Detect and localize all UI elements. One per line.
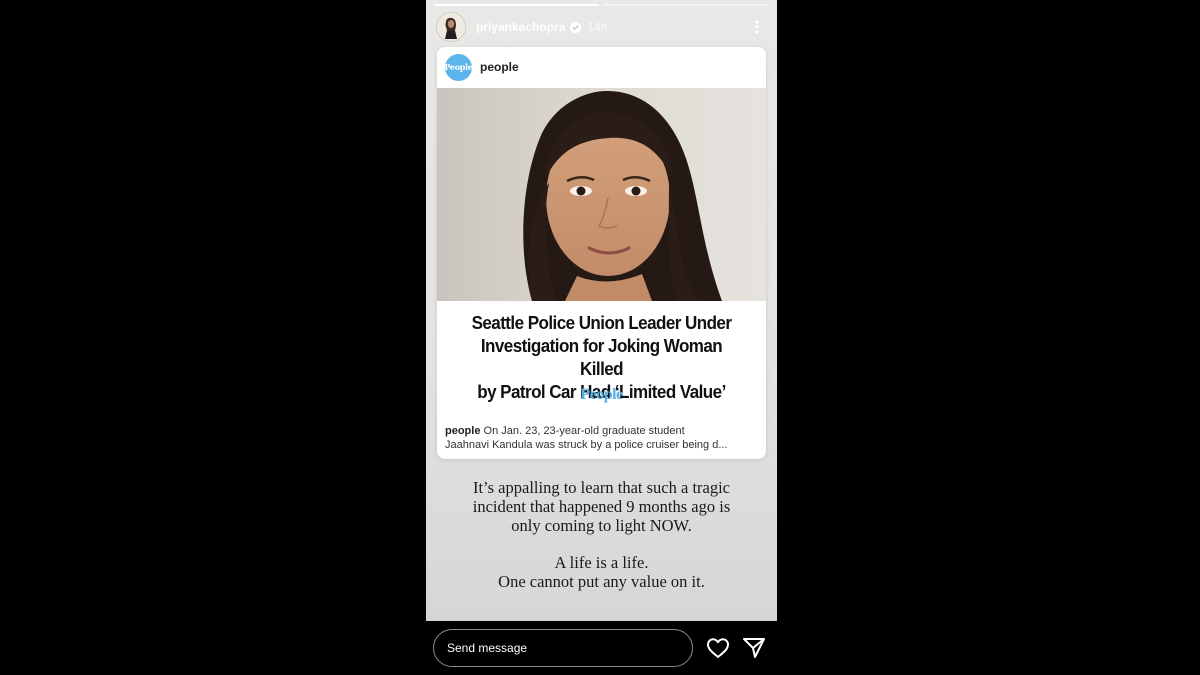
caption-line-1: people On Jan. 23, 23-year-old graduate … bbox=[445, 424, 758, 438]
avatar-image bbox=[437, 13, 465, 41]
headline-line-2: Investigation for Joking Woman Killed bbox=[480, 335, 723, 379]
post-caption[interactable]: people On Jan. 23, 23-year-old graduate … bbox=[445, 424, 758, 452]
caption-username: people bbox=[445, 425, 481, 437]
story-text-line-2: incident that happened 9 months ago is bbox=[472, 497, 731, 516]
progress-segment-1-fill bbox=[434, 4, 599, 6]
people-brand-logo: People bbox=[580, 386, 623, 403]
story-reply-bar: Send message bbox=[0, 621, 1200, 675]
story-username[interactable]: priyankachopra bbox=[476, 20, 565, 34]
verified-badge-icon bbox=[570, 21, 582, 33]
story-text-paragraph-1: It’s appalling to learn that such a trag… bbox=[426, 478, 777, 535]
progress-segment-2 bbox=[603, 4, 769, 6]
heart-icon[interactable] bbox=[706, 637, 730, 659]
caption-text-1: On Jan. 23, 23-year-old graduate student bbox=[483, 425, 685, 437]
headline-line-1: Seattle Police Union Leader Under bbox=[471, 312, 732, 333]
story-timestamp: 14h bbox=[587, 20, 608, 34]
story-text-line-4: A life is a life. bbox=[554, 553, 649, 572]
story-header: priyankachopra 14h bbox=[436, 12, 767, 42]
post-photo bbox=[437, 88, 766, 301]
shared-post-header: People people bbox=[437, 47, 766, 87]
caption-text-2: Jaahnavi Kandula was struck by a police … bbox=[445, 439, 728, 451]
shared-post-account[interactable]: people bbox=[480, 60, 519, 74]
more-options-icon[interactable] bbox=[747, 17, 767, 37]
send-message-input[interactable]: Send message bbox=[433, 629, 693, 667]
story-text-line-3: only coming to light NOW. bbox=[511, 516, 692, 535]
story-text-paragraph-2: A life is a life. One cannot put any val… bbox=[426, 553, 777, 591]
story-text-line-1: It’s appalling to learn that such a trag… bbox=[472, 478, 731, 497]
send-message-placeholder: Send message bbox=[447, 641, 528, 655]
avatar[interactable] bbox=[436, 12, 466, 42]
story-text-line-5: One cannot put any value on it. bbox=[498, 572, 705, 591]
people-logo-avatar[interactable]: People bbox=[444, 53, 473, 81]
story-viewer[interactable]: priyankachopra 14h People people Seattle… bbox=[426, 0, 777, 621]
send-icon[interactable] bbox=[742, 637, 766, 659]
shared-post-card[interactable]: People people Seattle Police Union Leade… bbox=[437, 47, 766, 459]
